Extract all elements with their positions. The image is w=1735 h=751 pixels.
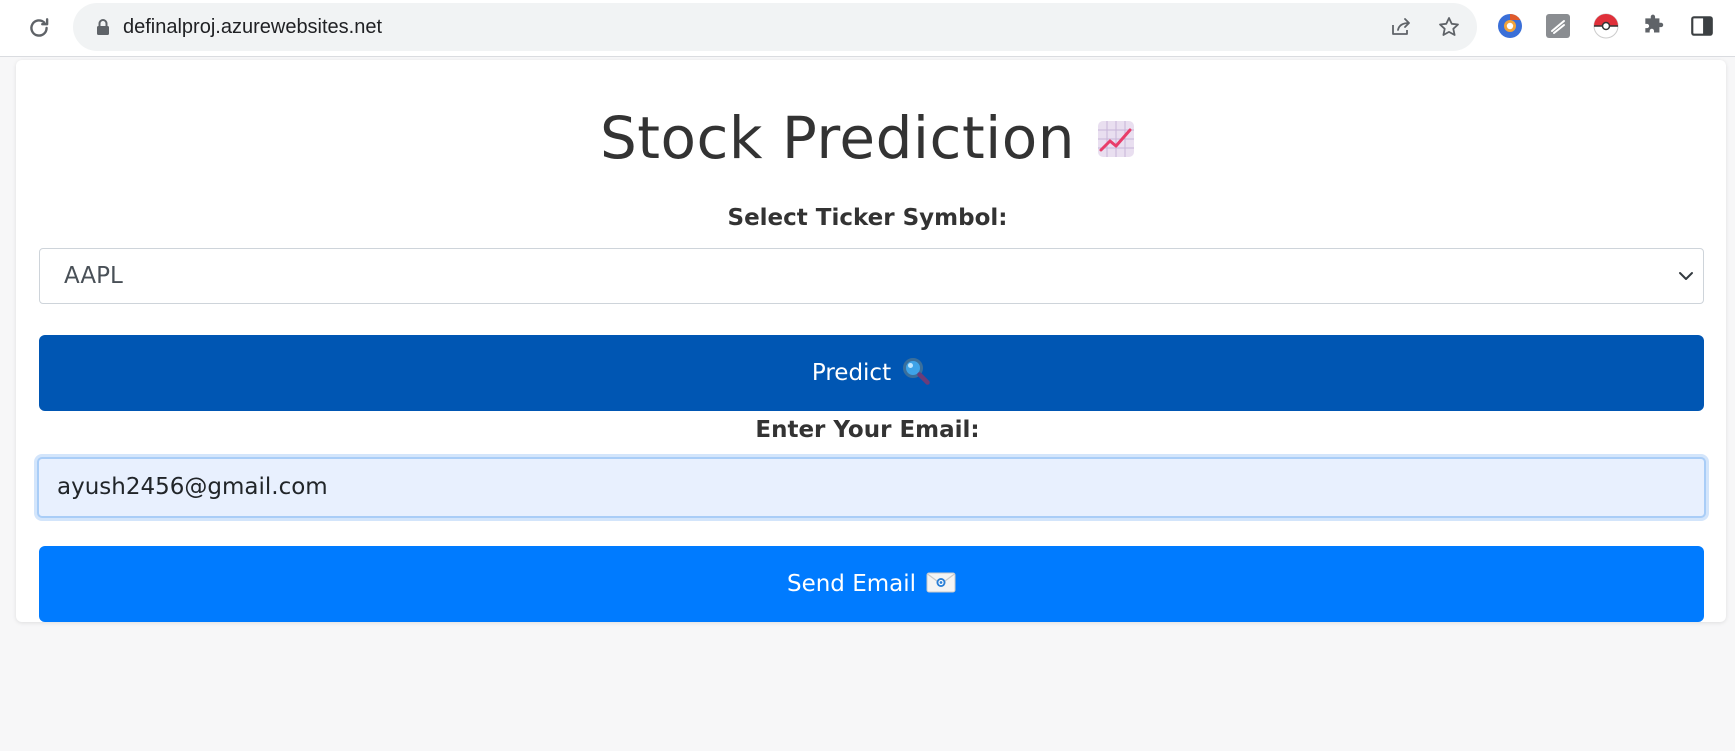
page-title-text: Stock Prediction — [599, 104, 1076, 172]
magnifier-icon — [903, 357, 930, 385]
send-email-button[interactable]: Send Email — [39, 546, 1704, 622]
extensions-puzzle-icon[interactable] — [1641, 13, 1667, 39]
predict-button[interactable]: Predict — [39, 335, 1704, 411]
ticker-selected-value: AAPL — [64, 263, 123, 289]
predict-button-label: Predict — [811, 360, 892, 386]
email-input-value: ayush2456@gmail.com — [57, 474, 328, 500]
page-title: Stock Prediction — [0, 98, 1735, 178]
reload-icon[interactable] — [26, 15, 52, 41]
send-email-button-label: Send Email — [786, 571, 917, 597]
extension-note-icon[interactable] — [1545, 13, 1571, 39]
star-icon[interactable] — [1437, 15, 1461, 39]
lock-icon[interactable] — [93, 17, 113, 37]
side-panel-icon[interactable] — [1689, 13, 1715, 39]
address-bar[interactable]: definalproj.azurewebsites.net — [73, 3, 1477, 51]
chevron-down-icon — [1679, 272, 1693, 280]
ticker-select[interactable]: AAPL — [39, 248, 1704, 304]
email-label: Enter Your Email: — [755, 417, 980, 443]
ticker-label: Select Ticker Symbol: — [727, 205, 1008, 231]
chart-increasing-icon — [1098, 120, 1135, 157]
browser-toolbar: definalproj.azurewebsites.net — [0, 0, 1735, 57]
share-icon[interactable] — [1389, 15, 1413, 39]
email-input[interactable]: ayush2456@gmail.com — [37, 457, 1706, 518]
extension-chromium-icon[interactable] — [1497, 13, 1523, 39]
url-text[interactable]: definalproj.azurewebsites.net — [123, 3, 382, 51]
envelope-icon — [926, 572, 956, 592]
extension-pokeball-icon[interactable] — [1593, 13, 1619, 39]
